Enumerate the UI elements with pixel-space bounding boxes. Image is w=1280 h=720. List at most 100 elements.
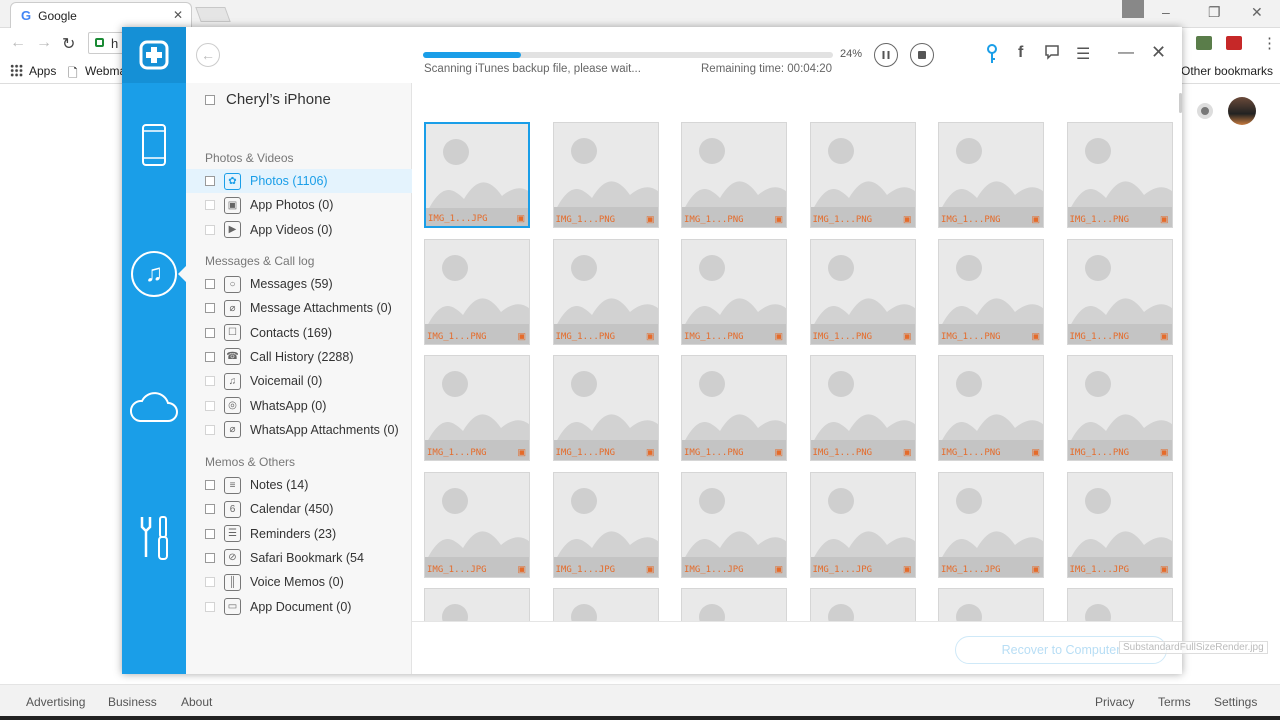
category-checkbox[interactable]	[205, 480, 215, 490]
photo-thumbnail[interactable]: IMG_1...PNG ▣	[681, 122, 787, 228]
footer-business-link[interactable]: Business	[108, 695, 157, 709]
category-checkbox[interactable]	[205, 200, 215, 211]
browser-menu-icon[interactable]: ⋮	[1262, 34, 1277, 52]
extension-image-icon[interactable]	[1196, 36, 1212, 50]
photo-thumbnail[interactable]: IMG_1...JPG ▣	[938, 471, 1044, 578]
category-checkbox[interactable]	[205, 376, 215, 387]
facebook-icon[interactable]: f	[1018, 44, 1023, 62]
category-item[interactable]: ≡ Notes (14)	[186, 473, 412, 497]
feedback-chat-icon[interactable]	[1044, 44, 1060, 65]
photo-thumbnail[interactable]: IMG_1...PNG ▣	[1066, 355, 1173, 461]
category-checkbox[interactable]	[205, 351, 215, 362]
photo-thumbnail[interactable]: IMG_1...JPG ▣	[809, 471, 916, 578]
category-checkbox[interactable]	[205, 400, 215, 411]
category-item[interactable]: ○ Messages (59)	[186, 272, 412, 296]
grid-scrollbar[interactable]	[1179, 93, 1182, 113]
category-checkbox[interactable]	[205, 224, 215, 235]
back-icon[interactable]: ←	[196, 43, 220, 67]
photo-thumbnail[interactable]: IMG_1...PNG ▣	[809, 238, 916, 345]
minimize-icon[interactable]: —	[1118, 44, 1134, 62]
category-checkbox[interactable]	[205, 601, 215, 612]
category-item[interactable]: ▶ App Videos (0)	[186, 218, 412, 242]
photo-thumbnail[interactable]: IMG_1...JPG ▣	[681, 471, 787, 578]
category-item[interactable]: 6 Calendar (450)	[186, 497, 412, 521]
photo-thumbnail[interactable]: IMG_1...PNG ▣	[681, 238, 787, 345]
photo-thumbnail[interactable]: IMG_1...PNG ▣	[809, 122, 916, 228]
menu-icon[interactable]: ☰	[1076, 44, 1090, 64]
category-item[interactable]: ⊘ Safari Bookmark (54	[186, 546, 412, 570]
voice-search-icon[interactable]	[1197, 103, 1213, 119]
category-item[interactable]: ⌀ WhatsApp Attachments (0)	[186, 418, 412, 442]
device-checkbox[interactable]	[205, 94, 215, 105]
icloud-recovery-cloud-icon[interactable]	[122, 389, 186, 425]
pause-button[interactable]	[874, 43, 898, 67]
photo-thumbnail[interactable]: IMG_1...PNG ▣	[424, 238, 530, 345]
category-checkbox[interactable]	[205, 176, 215, 186]
photo-thumbnail[interactable]: IMG_1...PNG ▣	[938, 238, 1044, 345]
extension-shield-icon[interactable]	[1226, 36, 1242, 50]
category-item[interactable]: ☎ Call History (2288)	[186, 345, 412, 369]
photo-thumbnail[interactable]: IMG_1...PNG ▣	[552, 122, 659, 228]
tab-close-icon[interactable]: ✕	[173, 8, 183, 22]
footer-terms-link[interactable]: Terms	[1158, 695, 1191, 709]
category-item[interactable]: ☐ Contacts (169)	[186, 321, 412, 345]
restore-window-icon[interactable]: ❐	[1208, 4, 1221, 21]
category-item[interactable]: ✿ Photos (1106)	[186, 169, 412, 193]
category-item[interactable]: ⌀ Message Attachments (0)	[186, 296, 412, 320]
photo-thumbnail[interactable]	[424, 588, 530, 621]
category-item[interactable]: ☰ Reminders (23)	[186, 522, 412, 546]
browser-tab[interactable]: G Google ✕	[10, 2, 192, 28]
minimize-window-icon[interactable]: –	[1162, 4, 1170, 20]
photo-thumbnail[interactable]	[1066, 588, 1173, 621]
category-item[interactable]: ♫ Voicemail (0)	[186, 369, 412, 393]
category-item[interactable]: ▭ App Document (0)	[186, 595, 412, 619]
footer-about-link[interactable]: About	[181, 695, 212, 709]
photo-thumbnail[interactable]: IMG_1...PNG ▣	[552, 238, 659, 345]
profile-icon[interactable]	[1122, 0, 1144, 18]
category-checkbox[interactable]	[205, 577, 215, 588]
footer-advertising-link[interactable]: Advertising	[26, 695, 85, 709]
category-checkbox[interactable]	[205, 528, 215, 539]
photo-thumbnail[interactable]: IMG_1...JPG ▣	[424, 122, 530, 228]
bookmark-apps[interactable]: Apps	[29, 64, 56, 78]
photo-thumbnail[interactable]: IMG_1...PNG ▣	[1066, 238, 1173, 345]
device-recovery-phone-icon[interactable]	[122, 123, 186, 167]
photo-thumbnail[interactable]: IMG_1...JPG ▣	[552, 471, 659, 578]
photo-thumbnail[interactable]: IMG_1...JPG ▣	[1066, 471, 1173, 578]
photo-thumbnail[interactable]: IMG_1...JPG ▣	[424, 471, 530, 578]
category-checkbox[interactable]	[205, 327, 215, 338]
itunes-recovery-music-icon[interactable]: ♫	[122, 251, 186, 297]
avatar[interactable]	[1228, 97, 1256, 125]
category-checkbox[interactable]	[205, 424, 215, 435]
device-select-row[interactable]: Cheryl’s iPhone	[205, 91, 331, 108]
photo-thumbnail[interactable]: IMG_1...PNG ▣	[681, 355, 787, 461]
photo-thumbnail[interactable]: IMG_1...PNG ▣	[809, 355, 916, 461]
category-item[interactable]: ◎ WhatsApp (0)	[186, 394, 412, 418]
stop-button[interactable]	[910, 43, 934, 67]
bookmark-webmail[interactable]: Webma	[85, 64, 126, 78]
photo-thumbnail[interactable]: IMG_1...PNG ▣	[938, 355, 1044, 461]
footer-settings-link[interactable]: Settings	[1214, 695, 1257, 709]
photo-thumbnail[interactable]: IMG_1...PNG ▣	[938, 122, 1044, 228]
forward-arrow-icon[interactable]: →	[36, 34, 52, 52]
photo-thumbnail[interactable]	[552, 588, 659, 621]
bookmark-other[interactable]: Other bookmarks	[1181, 64, 1273, 78]
category-checkbox[interactable]	[205, 504, 215, 515]
close-icon[interactable]: ✕	[1151, 42, 1166, 63]
photo-thumbnail[interactable]: IMG_1...PNG ▣	[1066, 122, 1173, 228]
key-icon[interactable]	[986, 44, 998, 69]
photo-thumbnail[interactable]	[938, 588, 1044, 621]
new-tab-button[interactable]	[195, 7, 231, 22]
category-checkbox[interactable]	[205, 552, 215, 563]
photo-thumbnail[interactable]: IMG_1...PNG ▣	[424, 355, 530, 461]
repair-tools-icon[interactable]	[122, 513, 186, 563]
photo-thumbnail[interactable]: IMG_1...PNG ▣	[552, 355, 659, 461]
photo-thumbnail[interactable]	[681, 588, 787, 621]
category-checkbox[interactable]	[205, 303, 215, 314]
back-arrow-icon[interactable]: ←	[10, 34, 26, 52]
reload-icon[interactable]: ↻	[62, 34, 75, 54]
photo-thumbnail[interactable]	[809, 588, 916, 621]
category-item[interactable]: ║ Voice Memos (0)	[186, 570, 412, 594]
category-checkbox[interactable]	[205, 279, 215, 289]
category-item[interactable]: ▣ App Photos (0)	[186, 193, 412, 217]
